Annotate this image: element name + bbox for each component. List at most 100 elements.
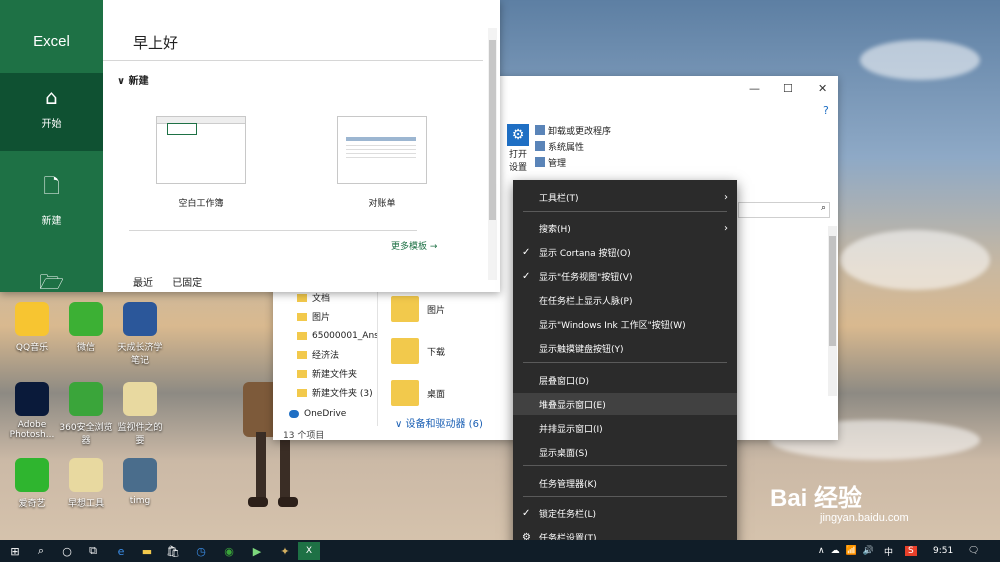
context-menu-item[interactable]: ✓ 显示 Cortana 按钮(O) [513, 241, 737, 263]
scrollbar[interactable] [828, 226, 837, 396]
scrollbar[interactable] [488, 28, 497, 280]
desktop-icon[interactable]: QQ音乐 [4, 302, 60, 353]
context-menu-label: 显示桌面(S) [539, 448, 588, 459]
more-templates-link[interactable]: 更多模板 → [391, 239, 437, 252]
search-icon[interactable]: ⌕ [28, 540, 54, 562]
system-tray: ∧ ☁ 📶 🔊 [818, 540, 880, 562]
desktop-icon[interactable]: timg [112, 458, 168, 506]
ime-indicator[interactable]: 中 [884, 540, 893, 562]
blank-workbook-thumbnail [156, 116, 246, 184]
close-button[interactable]: ✕ [818, 82, 827, 95]
desktop-icon[interactable]: Adobe Photosh... [4, 382, 60, 440]
nav-tree-item[interactable]: 65000001_Ansv [273, 326, 377, 345]
tray-icon[interactable]: ∧ [818, 546, 825, 556]
devices-header[interactable]: ∨ 设备和驱动器 (6) [395, 415, 483, 430]
nav-tree-item[interactable]: 经济法 [273, 345, 377, 364]
navigation-pane[interactable]: 文档 图片 65000001_Ansv 经济法 新建文件夹 新建文件夹 (3) OneDri… [273, 288, 378, 426]
nav-tree-item[interactable]: 新建文件夹 [273, 364, 377, 383]
uninstall-programs-button[interactable]: 卸载或更改程序 [535, 122, 611, 138]
folder-view[interactable]: 图片 下载桌面 [391, 288, 501, 414]
file-tabs: 最近 已固定 [133, 274, 218, 289]
folder-item[interactable]: 图片 [391, 288, 501, 330]
excel-taskbar-icon[interactable]: X [298, 542, 320, 560]
word-doc-icon [123, 302, 157, 336]
help-icon[interactable]: ? [823, 104, 829, 117]
tray-icon[interactable]: 🔊 [863, 546, 874, 556]
open-folder-icon: 🗁 [39, 270, 64, 294]
context-menu-item[interactable]: 显示桌面(S) [513, 441, 737, 463]
edge-icon[interactable]: e [108, 540, 134, 562]
desktop-icon[interactable]: 爱奇艺 [4, 458, 60, 509]
nav-tree-item[interactable]: 图片 [273, 307, 377, 326]
nav-tree-item[interactable]: OneDrive [273, 404, 377, 423]
task-view-icon[interactable]: ⧉ [80, 540, 106, 562]
context-menu-item[interactable]: 并排显示窗口(I) [513, 417, 737, 439]
context-menu-item[interactable]: 层叠窗口(D) [513, 369, 737, 391]
chevron-right-icon: › [724, 191, 728, 203]
start-button[interactable]: ⊞ [2, 540, 28, 562]
nav-tree-item[interactable]: 新建文件夹 (3) [273, 383, 377, 402]
tab-pinned[interactable]: 已固定 [172, 278, 202, 289]
sogou-icon[interactable]: S [905, 540, 917, 562]
clock[interactable]: 9:51 [933, 540, 953, 562]
context-menu-item[interactable]: 工具栏(T) › [513, 186, 737, 208]
nav-tree-label: 65000001_Ansv [312, 330, 377, 341]
desktop-icon-label: timg [129, 496, 151, 506]
desktop-icon[interactable]: 微信 [58, 302, 114, 353]
context-menu-item[interactable]: ✓ 锁定任务栏(L) [513, 502, 737, 524]
desktop-icon-label: 监视件之的 要 [117, 423, 163, 446]
context-menu-item[interactable]: 任务管理器(K) [513, 472, 737, 494]
360-browser-icon[interactable]: ◉ [216, 540, 242, 562]
context-menu-label: 工具栏(T) [539, 193, 579, 204]
folder-item[interactable]: 下载 [391, 330, 501, 372]
context-menu-item[interactable]: 显示"Windows Ink 工作区"按钮(W) [513, 313, 737, 335]
manage-button[interactable]: 管理 [535, 154, 611, 170]
app-icon[interactable]: ✦ [272, 540, 298, 562]
desktop-icon-label: Adobe Photosh... [9, 420, 55, 440]
notification-icon[interactable]: 🗨 [968, 540, 979, 562]
tool-file-icon [69, 458, 103, 492]
ribbon-label: 管理 [548, 158, 567, 169]
context-menu-label: 层叠窗口(D) [539, 376, 589, 387]
nav-tree-label: 新建文件夹 [312, 370, 358, 380]
search-icon: ⌕ [820, 203, 826, 213]
new-section-header[interactable]: ∨ 新建 [117, 72, 149, 87]
store-icon[interactable]: 🛍 [160, 540, 186, 562]
media-player-icon[interactable]: ▶ [244, 540, 270, 562]
file-explorer-icon[interactable]: ▬ [134, 540, 160, 562]
tray-icon[interactable]: 📶 [846, 546, 857, 556]
desktop-icon-label: 爱奇艺 [18, 499, 46, 509]
excel-sidebar: Excel ⌂ 开始 🗋 新建 🗁 [0, 0, 103, 294]
context-menu-item[interactable]: 堆叠显示窗口(E) [513, 393, 737, 415]
excel-window[interactable]: Excel ⌂ 开始 🗋 新建 🗁 早上好 ∨ 新建 空白工作簿 对账单 更多模… [0, 0, 500, 294]
ime-label: 中 [884, 547, 894, 558]
context-menu-item[interactable]: 显示触摸键盘按钮(Y) [513, 337, 737, 359]
context-menu-item[interactable]: 在任务栏上显示人脉(P) [513, 289, 737, 311]
open-settings-button[interactable]: ⚙ 打开 设置 [505, 124, 531, 175]
desktop-icon[interactable]: 天成长济学 笔记 [112, 302, 168, 366]
tab-recent[interactable]: 最近 [133, 278, 153, 289]
system-properties-button[interactable]: 系统属性 [535, 138, 611, 154]
minimize-button[interactable]: — [749, 82, 760, 95]
search-input[interactable]: ⌕ [738, 202, 830, 218]
nav-new[interactable]: 🗋 新建 [0, 172, 103, 227]
tray-icon[interactable]: ☁ [831, 546, 840, 556]
desktop-icon[interactable]: 360安全浏览 器 [58, 382, 114, 446]
context-menu-label: 堆叠显示窗口(E) [539, 400, 606, 411]
checkmark-icon: ✓ [522, 270, 531, 282]
folder-icon [297, 350, 307, 359]
nav-open[interactable]: 🗁 [0, 268, 103, 308]
clock-app-icon[interactable]: ◷ [188, 540, 214, 562]
context-menu-label: 显示"任务视图"按钮(V) [539, 272, 633, 283]
context-menu-item[interactable]: 搜索(H) › [513, 217, 737, 239]
maximize-button[interactable]: ☐ [783, 82, 793, 95]
template-blank-workbook[interactable]: 空白工作簿 [153, 116, 249, 209]
template-statement[interactable]: 对账单 [334, 116, 430, 209]
desktop-icon[interactable]: 监视件之的 要 [112, 382, 168, 446]
folder-item[interactable]: 桌面 [391, 372, 501, 414]
folder-label: 桌面 [427, 389, 446, 400]
nav-home[interactable]: ⌂ 开始 [0, 73, 103, 151]
desktop-icon[interactable]: 早想工具 [58, 458, 114, 509]
context-menu-item[interactable]: ✓ 显示"任务视图"按钮(V) [513, 265, 737, 287]
cortana-icon[interactable]: ○ [54, 540, 80, 562]
